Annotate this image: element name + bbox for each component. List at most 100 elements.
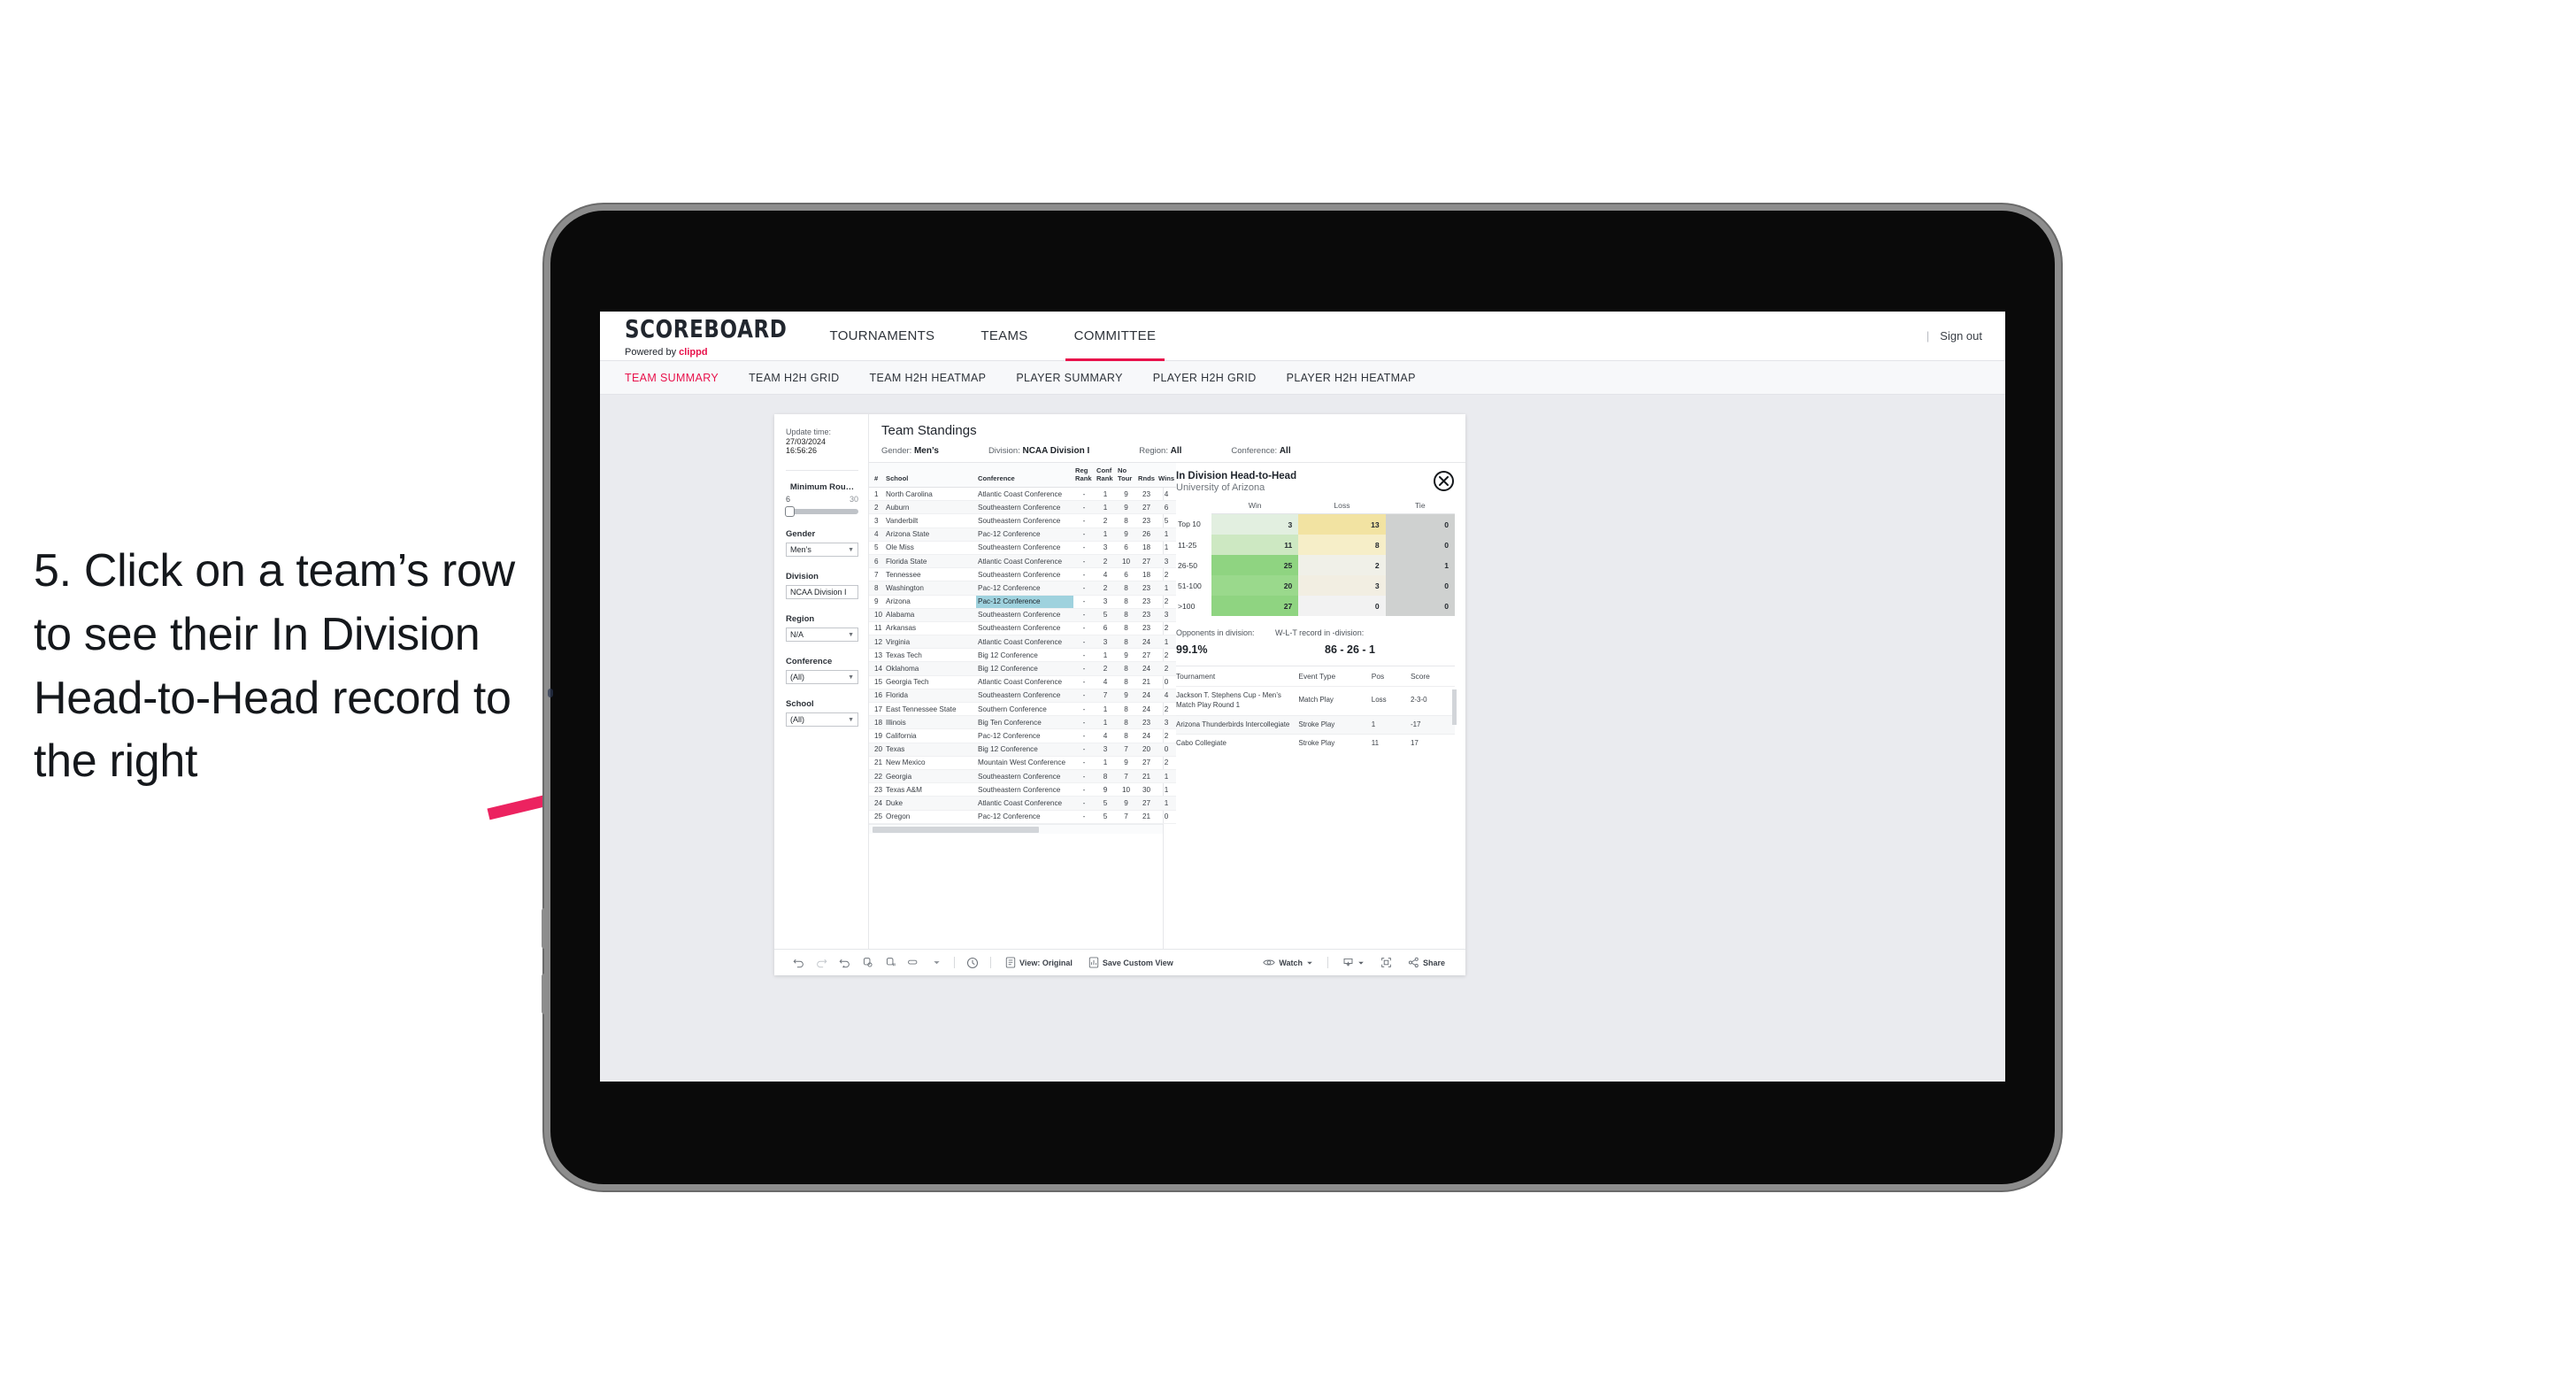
- h2h-col-loss: Loss: [1298, 501, 1386, 514]
- nav-tournaments[interactable]: TOURNAMENTS: [807, 312, 958, 360]
- view-original-button[interactable]: View: Original: [997, 957, 1080, 968]
- table-row[interactable]: 15 Georgia Tech Atlantic Coast Conference -…: [869, 675, 1176, 689]
- refresh-data-icon[interactable]: [856, 957, 879, 968]
- meta-gender-label: Gender:: [881, 446, 912, 456]
- pause-refresh-icon[interactable]: [879, 957, 902, 968]
- h2h-cell-tie: 0: [1385, 535, 1455, 555]
- table-row[interactable]: 5 Ole Miss Southeastern Conference -3 6 18 1: [869, 541, 1176, 555]
- tournaments-scrollbar-thumb[interactable]: [1452, 689, 1457, 725]
- table-row[interactable]: 7 Tennessee Southeastern Conference -4 6 18 2: [869, 567, 1176, 582]
- table-row[interactable]: 9 Arizona Pac-12 Conference -3 8 23 2: [869, 595, 1176, 609]
- device-layout-icon[interactable]: [902, 957, 925, 968]
- table-row[interactable]: 6 Florida State Atlantic Coast Conference -…: [869, 554, 1176, 569]
- gender-select-value: Men’s: [790, 545, 811, 555]
- row-rank: 6: [869, 554, 884, 569]
- gender-select[interactable]: Men’s ▼: [786, 543, 858, 558]
- table-row[interactable]: 17 East Tennessee State Southern Conferenc…: [869, 702, 1176, 717]
- table-row[interactable]: 4 Arizona State Pac-12 Conference -1 9 26 1: [869, 527, 1176, 542]
- row-no-tour: 8: [1116, 608, 1136, 622]
- row-reg-rank: -: [1073, 554, 1095, 569]
- subnav-player-h2h-heatmap[interactable]: PLAYER H2H HEATMAP: [1287, 372, 1416, 384]
- row-conf-rank: 7: [1095, 689, 1116, 704]
- table-row[interactable]: 20 Texas Big 12 Conference -3 7 20 0: [869, 743, 1176, 757]
- subnav-team-h2h-heatmap[interactable]: TEAM H2H HEATMAP: [870, 372, 987, 384]
- table-row[interactable]: 25 Oregon Pac-12 Conference -5 7 21 0: [869, 810, 1176, 824]
- wlt-label: W-L-T record in -division:: [1275, 628, 1365, 637]
- logo-wordmark: SCOREBOARD: [625, 316, 788, 343]
- table-row[interactable]: 1 North Carolina Atlantic Coast Conference…: [869, 487, 1176, 502]
- tournament-score: -17: [1410, 714, 1455, 735]
- table-row[interactable]: 12 Virginia Atlantic Coast Conference -3 8 24…: [869, 635, 1176, 650]
- region-select[interactable]: N/A ▼: [786, 628, 858, 643]
- app-logo[interactable]: SCOREBOARD Powered by clippd: [600, 312, 807, 360]
- close-icon[interactable]: [1434, 471, 1454, 491]
- toolbar-divider-3: [1326, 957, 1328, 968]
- row-no-tour: 10: [1116, 782, 1136, 797]
- school-select[interactable]: (All) ▼: [786, 712, 858, 728]
- table-row[interactable]: 14 Oklahoma Big 12 Conference -2 8 24 2: [869, 661, 1176, 676]
- region-filter: Region N/A ▼: [786, 614, 858, 643]
- table-row[interactable]: 2 Auburn Southeastern Conference -1 9 27 6: [869, 500, 1176, 515]
- chevron-down-icon[interactable]: [925, 959, 948, 966]
- redo-icon[interactable]: [810, 957, 833, 968]
- division-select[interactable]: NCAA Division I: [786, 585, 858, 600]
- tournament-row[interactable]: Jackson T. Stephens Cup - Men’s Match Pl…: [1176, 686, 1455, 716]
- undo-icon[interactable]: [787, 957, 810, 968]
- watch-button[interactable]: Watch: [1255, 958, 1321, 967]
- download-button[interactable]: [1334, 957, 1373, 968]
- table-row[interactable]: 16 Florida Southeastern Conference -7 9 24 4: [869, 689, 1176, 704]
- opponents-value: 99.1%: [1176, 643, 1208, 656]
- history-icon[interactable]: [961, 957, 984, 969]
- subnav-team-h2h-grid[interactable]: TEAM H2H GRID: [749, 372, 839, 384]
- row-no-tour: 8: [1116, 715, 1136, 730]
- fullscreen-button[interactable]: [1373, 957, 1400, 968]
- nav-committee[interactable]: COMMITTEE: [1051, 312, 1180, 361]
- share-button[interactable]: Share: [1400, 957, 1453, 968]
- nav-divider: |: [1926, 329, 1930, 343]
- row-school: Arizona State: [884, 527, 976, 542]
- table-row[interactable]: 23 Texas A&M Southeastern Conference -9 10 30…: [869, 782, 1176, 797]
- table-row[interactable]: 10 Alabama Southeastern Conference -5 8 23 3: [869, 608, 1176, 622]
- sign-out-link[interactable]: Sign out: [1940, 329, 1982, 343]
- row-rank: 22: [869, 769, 884, 784]
- save-custom-view-button[interactable]: Save Custom View: [1080, 957, 1181, 968]
- table-row[interactable]: 8 Washington Pac-12 Conference -2 8 23 1: [869, 581, 1176, 596]
- subnav-team-summary[interactable]: TEAM SUMMARY: [625, 372, 719, 384]
- table-row[interactable]: 22 Georgia Southeastern Conference -8 7 21 1: [869, 769, 1176, 784]
- h2h-row-label: Top 10: [1178, 520, 1201, 529]
- volume-down-button[interactable]: [542, 974, 547, 1014]
- row-rank: 9: [869, 595, 884, 609]
- row-reg-rank: -: [1073, 675, 1095, 689]
- table-row[interactable]: 3 Vanderbilt Southeastern Conference -2 8 23 5: [869, 513, 1176, 528]
- table-horizontal-scrollbar-track[interactable]: [869, 823, 1163, 834]
- subnav-player-summary[interactable]: PLAYER SUMMARY: [1016, 372, 1122, 384]
- volume-up-button[interactable]: [542, 908, 547, 949]
- subnav-player-h2h-grid[interactable]: PLAYER H2H GRID: [1153, 372, 1257, 384]
- dashboard-body: Update time: 27/03/2024 16:56:26 Minimum…: [774, 414, 1465, 949]
- col-school: School: [884, 463, 976, 488]
- table-row[interactable]: 24 Duke Atlantic Coast Conference -5 9 27 1: [869, 796, 1176, 811]
- conference-select[interactable]: (All) ▼: [786, 670, 858, 685]
- chevron-down-icon: [1358, 961, 1364, 965]
- nav-teams[interactable]: TEAMS: [957, 312, 1050, 360]
- table-row[interactable]: 21 New Mexico Mountain West Conference -1 9 2…: [869, 756, 1176, 770]
- row-conf-rank: 1: [1095, 756, 1116, 770]
- row-no-tour: 8: [1116, 728, 1136, 743]
- standings-meta: Gender: Men’s Division: NCAA Division I …: [881, 446, 1465, 456]
- table-row[interactable]: 19 California Pac-12 Conference -4 8 24 2: [869, 728, 1176, 743]
- row-conference: Atlantic Coast Conference: [976, 487, 1073, 502]
- rounds-slider-handle[interactable]: [785, 506, 795, 518]
- table-row[interactable]: 13 Texas Tech Big 12 Conference -1 9 27 2: [869, 648, 1176, 663]
- row-reg-rank: -: [1073, 715, 1095, 730]
- revert-icon[interactable]: [833, 957, 856, 968]
- row-rank: 13: [869, 648, 884, 663]
- table-horizontal-scrollbar-thumb[interactable]: [873, 826, 1039, 833]
- table-row[interactable]: 11 Arkansas Southeastern Conference -6 8 23 2: [869, 621, 1176, 636]
- row-school: California: [884, 728, 976, 743]
- table-row[interactable]: 18 Illinois Big Ten Conference -1 8 23 3: [869, 715, 1176, 730]
- row-no-tour: 8: [1116, 621, 1136, 636]
- tournament-row[interactable]: Arizona Thunderbirds Intercollegiate Stro…: [1176, 714, 1455, 735]
- rounds-slider-track[interactable]: [785, 506, 858, 518]
- row-rnds: 24: [1136, 661, 1157, 676]
- tournament-row[interactable]: Cabo Collegiate Stroke Play 11 17: [1176, 734, 1455, 754]
